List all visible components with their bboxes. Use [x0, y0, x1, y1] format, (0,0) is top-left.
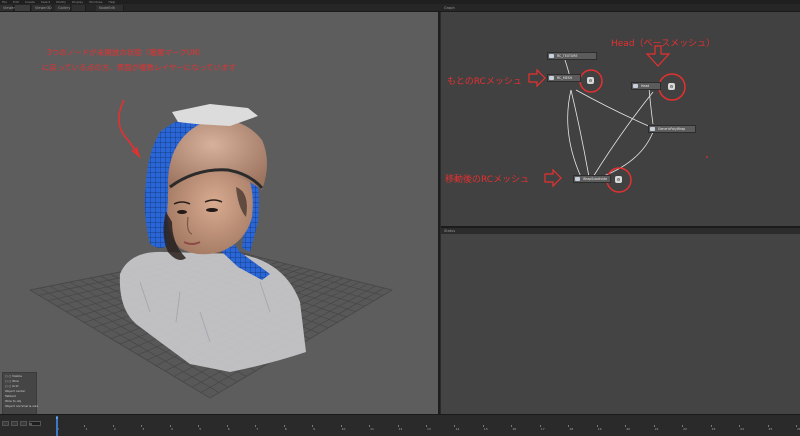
node-label: GenericPolyWrap [658, 127, 686, 131]
play-icon[interactable] [11, 421, 18, 426]
timeline-tick-label: 25 [768, 427, 773, 431]
play-back-icon[interactable] [2, 421, 9, 426]
timeline-tick-label: 14 [455, 427, 460, 431]
node-graph[interactable]: RC_TEXTURE RC_MESH ⚙ Head ⚙ GenericPolyW… [441, 12, 800, 226]
hud-object-normal[interactable]: Object nornmal & size [5, 404, 38, 409]
timeline-tick-label: 21 [654, 427, 659, 431]
node-icon [575, 177, 580, 181]
timeline-tick-label: 23 [711, 427, 716, 431]
node-label: RC_TEXTURE [557, 54, 578, 58]
annotation-rc-mesh: もとのRCメッシュ [447, 77, 522, 87]
scan-fragment [172, 104, 258, 126]
tab-gallery[interactable]: Gallery [55, 5, 71, 11]
head-visibility-icon[interactable]: ⚙ [668, 83, 675, 90]
timeline-tick-label: 24 [740, 427, 744, 431]
annotation-head: Head（ベースメッシュ） [611, 39, 716, 49]
status-panel-header: Status [441, 226, 800, 234]
status-panel [441, 234, 800, 414]
timeline-tick-label: 22 [683, 427, 687, 431]
tab-extra[interactable] [72, 5, 86, 11]
timeline-tick-label: 18 [569, 427, 574, 431]
timeline-tick-label: 8 [284, 427, 287, 431]
annotation-moved-mesh: 移動後のRCメッシュ [445, 175, 530, 185]
frame-input[interactable] [29, 421, 41, 426]
timeline-tick-label: 16 [512, 427, 517, 431]
node-label: WrapSubdivide [583, 177, 608, 181]
timeline-tick-label: 13 [427, 427, 431, 431]
timeline-tick-label: 4 [170, 427, 173, 431]
annotation-arrow [118, 99, 139, 155]
timeline-tick-label: 20 [626, 427, 631, 431]
node-generic-poly-wrap[interactable]: GenericPolyWrap [648, 125, 696, 133]
rc-mesh-visibility-icon[interactable]: ⚙ [587, 77, 594, 84]
graph-panel-header: Graph [441, 4, 800, 12]
timeline-tick-label: 19 [597, 427, 602, 431]
node-rc-mesh[interactable]: RC_MESH [547, 74, 581, 82]
viewport-annotation-line2: に戻っている点の方、表面が複数レイヤーになっています [42, 63, 237, 72]
graph-panel-title: Graph [444, 6, 455, 10]
timeline-tick-label: 5 [199, 427, 202, 431]
tab-blank[interactable] [15, 5, 31, 11]
timeline: 0 1 2 3 4 5 6 7 8 9 10 11 12 13 14 15 16 17 18 19 20 21 22 23 24… [0, 414, 800, 436]
playback-controls [2, 421, 41, 426]
node-icon [549, 76, 554, 80]
timeline-tick-label: 10 [341, 427, 346, 431]
node-icon [549, 54, 554, 58]
timeline-tick-label: 12 [398, 427, 403, 431]
tab-node-edit[interactable]: NodeEdit [96, 5, 124, 11]
timeline-tick-label: 6 [227, 427, 230, 431]
timeline-tick-label: 9 [313, 427, 316, 431]
timeline-tick-label: 15 [483, 427, 488, 431]
3d-viewport[interactable]: 3つのノードが未開放の状態（階層マークUN） に戻っている点の方、表面が複数レイ… [0, 12, 440, 414]
display-options-panel: ○ ○ Visible ○ ○ Wire ○ ○ Grid Object cen… [2, 372, 38, 414]
stop-icon[interactable] [20, 421, 27, 426]
timeline-tick-label: 3 [142, 427, 145, 431]
node-icon [650, 127, 655, 131]
status-panel-title: Status [444, 229, 456, 233]
node-head[interactable]: Head [631, 82, 661, 90]
playhead-frame-label: 0 [56, 416, 58, 420]
timeline-tick-label: 2 [113, 427, 116, 431]
viewport-annotation-line1: 3つのノードが未開放の状態（階層マークUN） [47, 48, 206, 57]
node-rc-texture[interactable]: RC_TEXTURE [547, 52, 597, 60]
timeline-tick-label: 17 [540, 427, 545, 431]
tab-viewer-io[interactable]: ViewerIO [0, 5, 19, 11]
wrap-subdivide-visibility-icon[interactable]: ⚙ [615, 176, 622, 183]
timeline-tick-label: 11 [370, 427, 374, 431]
timeline-ruler[interactable]: 0123456789101112131415161718192021222324… [56, 425, 800, 435]
tab-viewer3d[interactable]: Viewer3D [32, 5, 52, 11]
timeline-tick-label: 1 [85, 427, 88, 431]
node-label: Head [641, 84, 650, 88]
node-label: RC_MESH [557, 76, 573, 80]
node-wrap-subdivide[interactable]: WrapSubdivide [573, 175, 611, 183]
timeline-tick-label: 7 [256, 427, 259, 431]
node-icon [633, 84, 638, 88]
